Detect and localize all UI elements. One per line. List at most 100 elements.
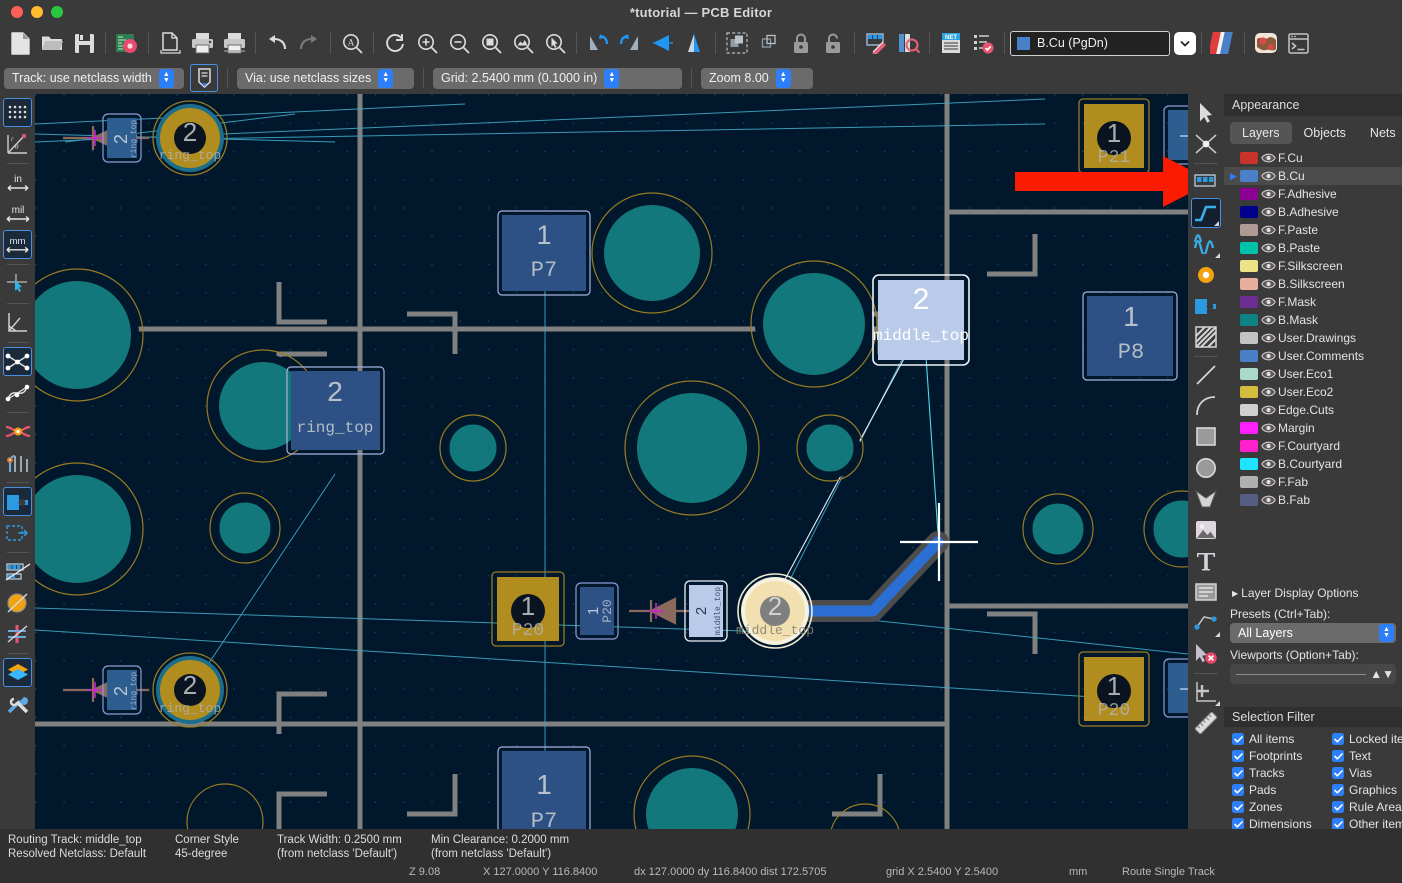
units-mils-icon[interactable]: mil — [3, 199, 32, 228]
redo-icon[interactable] — [294, 28, 324, 58]
add-image-icon[interactable] — [1191, 515, 1221, 545]
chevron-menu-indicator[interactable] — [1215, 253, 1220, 258]
selection-filter-item[interactable]: Tracks — [1232, 766, 1332, 780]
local-ratsnest-icon[interactable] — [1191, 129, 1221, 159]
polar-coords-icon[interactable]: rθ — [3, 129, 32, 158]
unlock-icon[interactable] — [818, 28, 848, 58]
footprint-editor-icon[interactable] — [861, 28, 891, 58]
layer-row[interactable]: User.Comments — [1224, 347, 1402, 365]
units-inches-icon[interactable]: in — [3, 168, 32, 197]
plot-icon[interactable] — [219, 28, 249, 58]
layer-color-swatch[interactable] — [1240, 206, 1258, 218]
track-width-stepper[interactable]: ▲▼ — [159, 69, 174, 88]
presets-selector[interactable]: All Layers ▲▼ — [1230, 623, 1396, 643]
scripting-console-icon[interactable] — [1283, 28, 1313, 58]
layer-color-swatch[interactable] — [1240, 296, 1258, 308]
checkbox-icon[interactable] — [1232, 750, 1244, 762]
delete-tool-icon[interactable] — [1191, 639, 1221, 669]
footprint-viewer-icon[interactable] — [893, 28, 923, 58]
layer-row[interactable]: F.Courtyard — [1224, 437, 1402, 455]
add-via-icon[interactable] — [1191, 260, 1221, 290]
selection-filter-item[interactable]: Footprints — [1232, 749, 1332, 763]
selection-filter-item[interactable]: All items — [1232, 732, 1332, 746]
layer-color-swatch[interactable] — [1240, 278, 1258, 290]
board-setup-icon[interactable] — [112, 28, 142, 58]
layer-color-swatch[interactable] — [1240, 368, 1258, 380]
layer-color-swatch[interactable] — [1240, 386, 1258, 398]
layers-manager-icon[interactable] — [3, 658, 32, 687]
zoom-selector[interactable]: Zoom 8.00 ▲▼ — [701, 68, 813, 89]
layer-row[interactable]: F.Paste — [1224, 221, 1402, 239]
save-board-icon[interactable] — [69, 28, 99, 58]
netlist-icon[interactable]: NET — [936, 28, 966, 58]
eye-icon[interactable] — [1258, 405, 1278, 415]
layer-row[interactable]: B.Silkscreen — [1224, 275, 1402, 293]
eye-icon[interactable] — [1258, 459, 1278, 469]
tab-nets[interactable]: Nets — [1358, 122, 1402, 144]
edit-pre-defined-sizes-button[interactable] — [190, 64, 218, 92]
rotate-ccw-icon[interactable] — [583, 28, 613, 58]
print-icon[interactable] — [187, 28, 217, 58]
toggle-90-limit-icon[interactable] — [3, 308, 32, 337]
rotate-cw-icon[interactable] — [615, 28, 645, 58]
net-colors-icon[interactable] — [3, 417, 32, 446]
checkbox-icon[interactable] — [1232, 733, 1244, 745]
add-textbox-icon[interactable] — [1191, 577, 1221, 607]
toggle-grid-icon[interactable] — [3, 98, 32, 127]
layer-color-swatch[interactable] — [1240, 242, 1258, 254]
tracks-filled-icon[interactable] — [3, 487, 32, 516]
zoom-out-icon[interactable] — [444, 28, 474, 58]
selection-filter-item[interactable]: Graphics — [1332, 783, 1402, 797]
eye-icon[interactable] — [1258, 369, 1278, 379]
layer-color-swatch[interactable] — [1240, 260, 1258, 272]
group-icon[interactable] — [722, 28, 752, 58]
layer-row[interactable]: F.Cu — [1224, 149, 1402, 167]
layer-color-swatch[interactable] — [1240, 152, 1258, 164]
eye-icon[interactable] — [1258, 279, 1278, 289]
route-diff-pair-icon[interactable] — [1191, 229, 1221, 259]
eye-icon[interactable] — [1258, 315, 1278, 325]
add-rule-area-icon[interactable] — [1191, 322, 1221, 352]
eye-icon[interactable] — [1258, 297, 1278, 307]
selection-filter-item[interactable]: Vias — [1332, 766, 1402, 780]
measure-tool-icon[interactable] — [1191, 708, 1221, 738]
layer-row[interactable]: B.Paste — [1224, 239, 1402, 257]
eye-icon[interactable] — [1258, 189, 1278, 199]
tab-objects[interactable]: Objects — [1292, 122, 1358, 144]
via-size-selector[interactable]: Via: use netclass sizes ▲▼ — [237, 68, 414, 89]
draw-circle-icon[interactable] — [1191, 453, 1221, 483]
zoom-stepper[interactable]: ▲▼ — [776, 69, 791, 88]
drc-icon[interactable] — [968, 28, 998, 58]
layer-color-swatch[interactable] — [1240, 440, 1258, 452]
graphics-sketch-icon[interactable] — [3, 557, 32, 586]
layer-color-swatch[interactable] — [1240, 332, 1258, 344]
layer-color-swatch[interactable] — [1240, 458, 1258, 470]
place-footprint-icon[interactable] — [1191, 167, 1221, 197]
eye-icon[interactable] — [1258, 351, 1278, 361]
layer-row[interactable]: ▶B.Cu — [1224, 167, 1402, 185]
layer-row[interactable]: B.Mask — [1224, 311, 1402, 329]
draw-arc-icon[interactable] — [1191, 391, 1221, 421]
layer-color-swatch[interactable] — [1240, 476, 1258, 488]
checkbox-icon[interactable] — [1332, 733, 1344, 745]
active-layer-selector[interactable]: B.Cu (PgDn) — [1010, 31, 1170, 56]
grid-stepper[interactable]: ▲▼ — [604, 69, 619, 88]
find-icon[interactable]: A — [337, 28, 367, 58]
selection-filter-item[interactable]: Zones — [1232, 800, 1332, 814]
units-mm-icon[interactable]: mm — [3, 230, 32, 259]
layer-color-swatch[interactable] — [1240, 170, 1258, 182]
selection-filter-item[interactable]: Locked items — [1332, 732, 1402, 746]
layer-row[interactable]: F.Fab — [1224, 473, 1402, 491]
eye-icon[interactable] — [1258, 333, 1278, 343]
via-size-stepper[interactable]: ▲▼ — [378, 69, 393, 88]
ungroup-icon[interactable] — [754, 28, 784, 58]
checkbox-icon[interactable] — [1332, 801, 1344, 813]
checkbox-icon[interactable] — [1232, 784, 1244, 796]
draw-polygon-icon[interactable] — [1191, 484, 1221, 514]
chevron-menu-ind 1icator[interactable] — [1215, 701, 1220, 706]
layer-row[interactable]: Edge.Cuts — [1224, 401, 1402, 419]
layer-color-swatch[interactable] — [1240, 224, 1258, 236]
draw-line-icon[interactable] — [1191, 360, 1221, 390]
lock-icon[interactable] — [786, 28, 816, 58]
grid-selector[interactable]: Grid: 2.5400 mm (0.1000 in) ▲▼ — [433, 68, 682, 89]
